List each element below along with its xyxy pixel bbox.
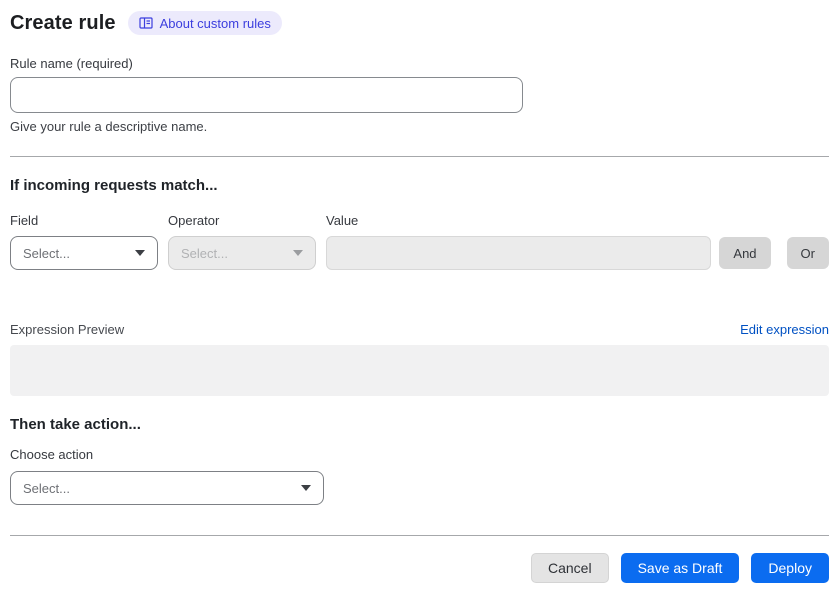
chevron-down-icon — [293, 250, 303, 256]
rule-name-input[interactable] — [10, 77, 523, 113]
divider — [10, 156, 829, 157]
operator-select[interactable]: Select... — [168, 236, 316, 270]
value-column: Value — [326, 213, 712, 270]
badge-label: About custom rules — [159, 15, 271, 31]
chevron-down-icon — [301, 485, 311, 491]
operator-column: Operator Select... — [168, 213, 316, 270]
cancel-button[interactable]: Cancel — [530, 553, 609, 583]
page-title: Create rule — [10, 11, 116, 34]
deploy-button[interactable]: Deploy — [751, 553, 829, 583]
expression-preview-row: Expression Preview Edit expression — [10, 322, 829, 337]
action-section-heading: Then take action... — [10, 416, 141, 433]
match-section-heading: If incoming requests match... — [10, 177, 218, 194]
page-header: Create rule About custom rules — [10, 10, 829, 36]
field-column: Field Select... — [10, 213, 158, 270]
divider — [10, 535, 829, 536]
expression-preview-label: Expression Preview — [10, 322, 125, 337]
rule-name-label: Rule name (required) — [10, 56, 133, 71]
chevron-down-icon — [135, 250, 145, 256]
about-custom-rules-badge[interactable]: About custom rules — [127, 11, 282, 35]
field-select-value: Select... — [23, 245, 70, 261]
and-button[interactable]: And — [719, 237, 771, 269]
expression-preview-box — [10, 345, 829, 396]
operator-select-value: Select... — [181, 245, 228, 261]
edit-expression-link[interactable]: Edit expression — [740, 322, 829, 337]
rule-name-helper: Give your rule a descriptive name. — [10, 119, 208, 134]
field-label: Field — [10, 213, 39, 228]
match-condition-row: Field Select... Operator Select... Value… — [10, 213, 829, 270]
operator-label: Operator — [168, 213, 220, 228]
choose-action-select[interactable]: Select... — [10, 471, 324, 505]
or-button[interactable]: Or — [786, 237, 829, 269]
choose-action-select-value: Select... — [23, 480, 70, 496]
create-rule-form: Create rule About custom rules Rule name… — [0, 0, 839, 597]
conjunction-buttons: And Or — [719, 237, 829, 269]
choose-action-label: Choose action — [10, 447, 94, 462]
value-input[interactable] — [326, 236, 712, 270]
save-as-draft-button[interactable]: Save as Draft — [620, 553, 740, 583]
field-select[interactable]: Select... — [10, 236, 158, 270]
book-icon — [138, 16, 153, 30]
footer-actions: Cancel Save as Draft Deploy — [10, 553, 829, 583]
value-label: Value — [326, 213, 359, 228]
